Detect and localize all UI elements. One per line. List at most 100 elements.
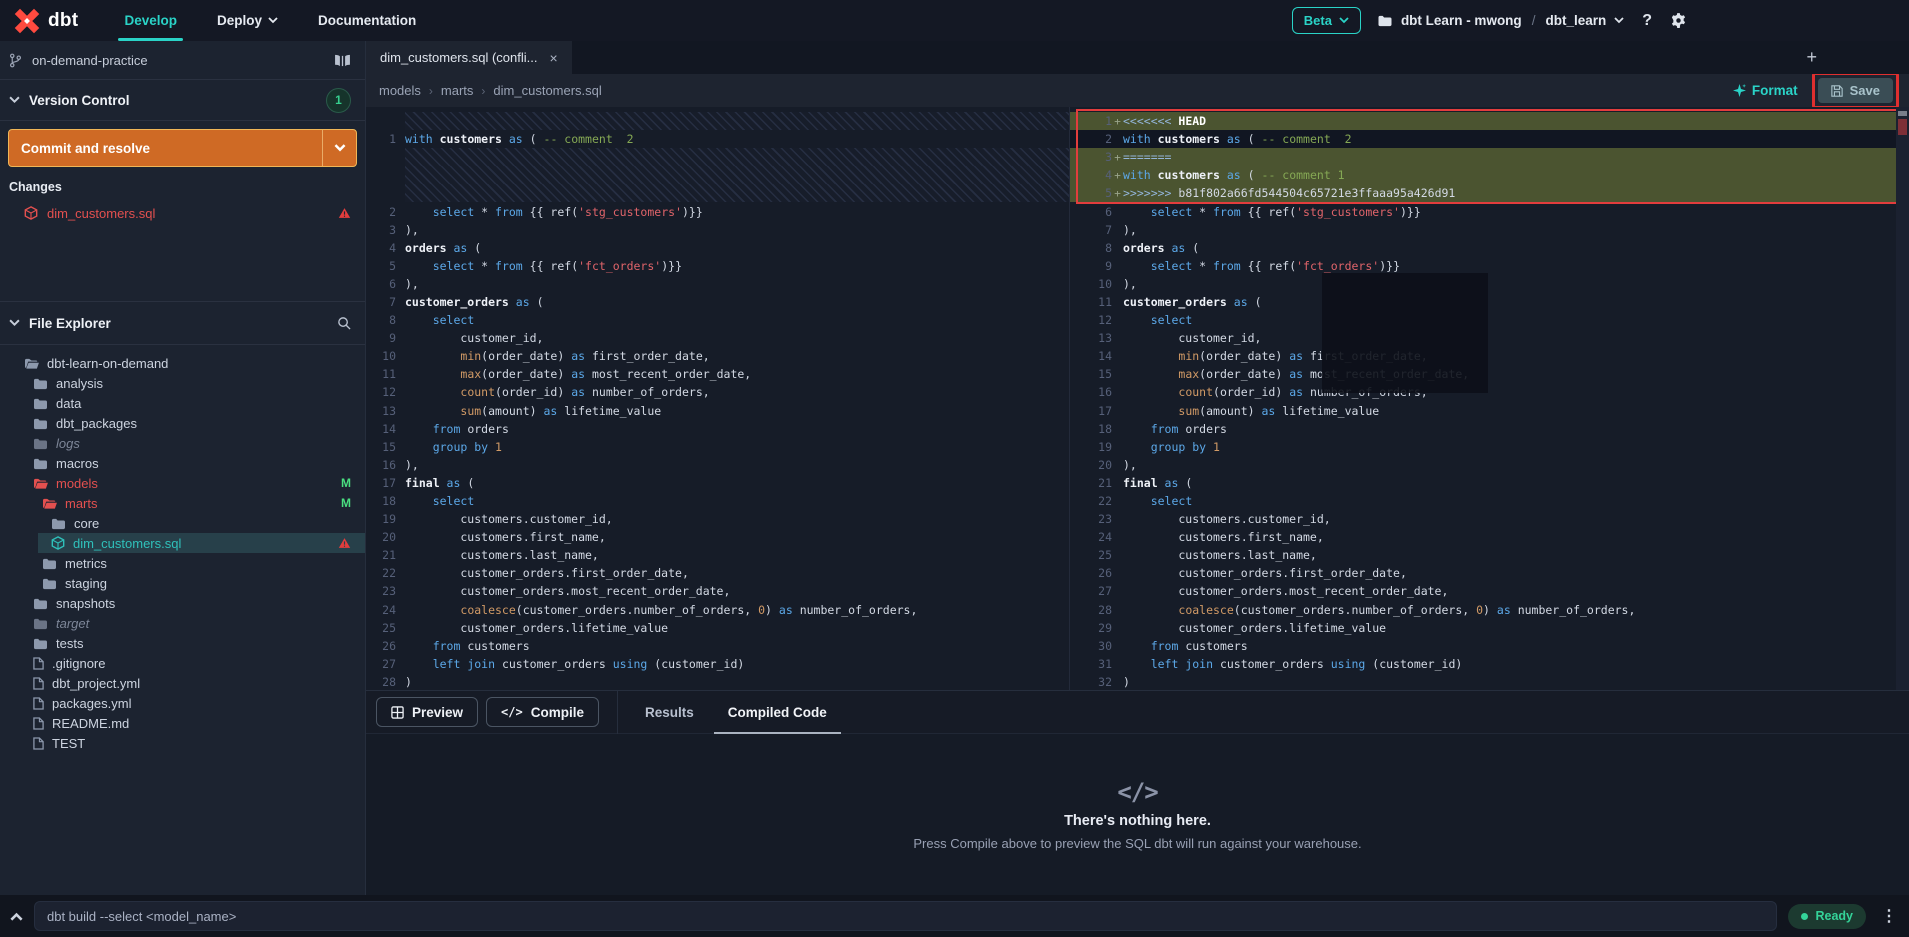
tree-item-dbt-project-yml[interactable]: dbt_project.yml: [0, 673, 365, 693]
code-text: left join customer_orders using (custome…: [1123, 657, 1462, 671]
tree-item-label: data: [56, 396, 81, 411]
tree-item-dbt-learn-on-demand[interactable]: dbt-learn-on-demand: [0, 353, 365, 373]
tree-item-test[interactable]: TEST: [0, 733, 365, 753]
code-text: customer_orders.first_order_date,: [1123, 566, 1407, 580]
kebab-menu-icon[interactable]: ⋮: [1877, 906, 1901, 926]
gear-icon[interactable]: [1670, 12, 1687, 29]
command-input[interactable]: [34, 901, 1777, 931]
nav-documentation[interactable]: Documentation: [298, 0, 436, 41]
tree-item-readme-md[interactable]: README.md: [0, 713, 365, 733]
tree-item-staging[interactable]: staging: [0, 573, 365, 593]
diff-editor[interactable]: 1with customers as ( -- comment 22 selec…: [366, 107, 1909, 690]
commit-options-caret[interactable]: [322, 130, 356, 166]
code-text: >>>>>>> b81f802a66fd544504c65721e3ffaaa9…: [1123, 186, 1455, 200]
tree-item-label: dbt-learn-on-demand: [47, 356, 168, 371]
account-breadcrumb[interactable]: dbt Learn - mwong / dbt_learn: [1377, 13, 1624, 28]
nav-deploy[interactable]: Deploy: [197, 0, 298, 41]
tree-item-snapshots[interactable]: snapshots: [0, 593, 365, 613]
editor-scrollbar[interactable]: [1896, 107, 1909, 690]
code-line: 19 customers.customer_id,: [366, 510, 1069, 528]
code-text: customer_orders.lifetime_value: [1123, 621, 1386, 635]
folder-icon: [42, 577, 57, 590]
tree-item-marts[interactable]: martsM: [0, 493, 365, 513]
code-line: 7customer_orders as (: [366, 293, 1069, 311]
tree-item-analysis[interactable]: analysis: [0, 373, 365, 393]
tab-dim-customers[interactable]: dim_customers.sql (confli... ×: [366, 41, 572, 74]
code-text: customers.customer_id,: [405, 512, 613, 526]
nav-develop[interactable]: Develop: [104, 0, 197, 41]
format-button[interactable]: Format: [1733, 83, 1798, 98]
code-text: select * from {{ ref('stg_customers')}}: [405, 205, 703, 219]
tree-item-metrics[interactable]: metrics: [0, 553, 365, 573]
docs-book-icon[interactable]: [334, 54, 351, 67]
tree-item-data[interactable]: data: [0, 393, 365, 413]
code-line: 14 from orders: [366, 420, 1069, 438]
code-text: ),: [1123, 223, 1137, 237]
version-control-header[interactable]: Version Control 1: [0, 80, 365, 121]
file-tree: dbt-learn-on-demand analysis data dbt_packa…: [0, 345, 365, 895]
tree-item-label: logs: [56, 436, 80, 451]
command-bar: Ready ⋮: [0, 895, 1909, 937]
file-icon: [33, 737, 44, 750]
tree-item-tests[interactable]: tests: [0, 633, 365, 653]
tree-item-label: models: [56, 476, 98, 491]
dbt-logo[interactable]: dbt: [0, 7, 104, 35]
tree-item-dim-customers-sql[interactable]: dim_customers.sql: [0, 533, 365, 553]
version-control-count-badge: 1: [326, 88, 351, 113]
code-text: customer_orders as (: [1123, 295, 1262, 309]
tree-item-label: target: [56, 616, 89, 631]
branch-selector[interactable]: on-demand-practice: [0, 41, 365, 80]
tab-compiled-code[interactable]: Compiled Code: [711, 690, 844, 734]
chevron-up-icon[interactable]: [10, 912, 23, 921]
tree-item-logs[interactable]: logs: [0, 433, 365, 453]
search-icon[interactable]: [337, 316, 351, 330]
sparkle-icon: [1733, 84, 1746, 97]
preview-button[interactable]: Preview: [376, 697, 478, 727]
code-line: 21 customers.last_name,: [366, 546, 1069, 564]
help-icon[interactable]: ?: [1640, 12, 1654, 30]
code-line: 16),: [366, 456, 1069, 474]
tree-item-dbt-packages[interactable]: dbt_packages: [0, 413, 365, 433]
code-line: 5 select * from {{ ref('fct_orders')}}: [366, 257, 1069, 275]
code-text: from customers: [405, 639, 530, 653]
tree-item-models[interactable]: modelsM: [0, 473, 365, 493]
beta-dropdown[interactable]: Beta: [1292, 7, 1361, 34]
commit-and-resolve-button[interactable]: Commit and resolve: [8, 129, 357, 167]
chevron-down-icon: [268, 17, 278, 24]
changed-file-name: dim_customers.sql: [47, 206, 155, 221]
tab-results[interactable]: Results: [628, 690, 711, 734]
close-tab-icon[interactable]: ×: [550, 51, 558, 65]
code-line: 28 coalesce(customer_orders.number_of_or…: [1070, 601, 1909, 619]
code-line: 18 select: [366, 492, 1069, 510]
code-line: 21final as (: [1070, 474, 1909, 492]
code-line: 13 customer_id,: [1070, 329, 1909, 347]
code-line: 24 coalesce(customer_orders.number_of_or…: [366, 601, 1069, 619]
code-icon: </>: [1117, 778, 1157, 806]
diff-pane-current[interactable]: 1with customers as ( -- comment 22 selec…: [366, 107, 1070, 690]
code-text: select: [1123, 313, 1192, 327]
code-text: from orders: [1123, 422, 1227, 436]
code-line: 26 customer_orders.first_order_date,: [1070, 564, 1909, 582]
save-button[interactable]: Save: [1818, 78, 1893, 103]
folder-icon: [33, 597, 48, 610]
code-text: customers.first_name,: [405, 530, 606, 544]
tree-item-core[interactable]: core: [0, 513, 365, 533]
folder-icon: [33, 637, 48, 650]
code-line: 15 group by 1: [366, 438, 1069, 456]
tree-item-target[interactable]: target: [0, 613, 365, 633]
compile-button[interactable]: </> Compile: [486, 697, 599, 727]
new-tab-icon[interactable]: +: [1806, 48, 1817, 66]
code-text: coalesce(customer_orders.number_of_order…: [405, 603, 917, 617]
code-text: select: [405, 313, 474, 327]
code-line: 23 customer_orders.most_recent_order_dat…: [366, 582, 1069, 600]
code-line: 27 left join customer_orders using (cust…: [366, 655, 1069, 673]
diff-pane-incoming[interactable]: 1+<<<<<<< HEAD2with customers as ( -- co…: [1070, 107, 1909, 690]
code-line: 11 max(order_date) as most_recent_order_…: [366, 365, 1069, 383]
chevron-down-icon: [1614, 17, 1624, 24]
tree-item--gitignore[interactable]: .gitignore: [0, 653, 365, 673]
changed-file-row[interactable]: dim_customers.sql: [0, 201, 365, 225]
tree-item-macros[interactable]: macros: [0, 453, 365, 473]
tree-item-packages-yml[interactable]: packages.yml: [0, 693, 365, 713]
file-explorer-header[interactable]: File Explorer: [0, 301, 365, 345]
code-text: select: [1123, 494, 1192, 508]
